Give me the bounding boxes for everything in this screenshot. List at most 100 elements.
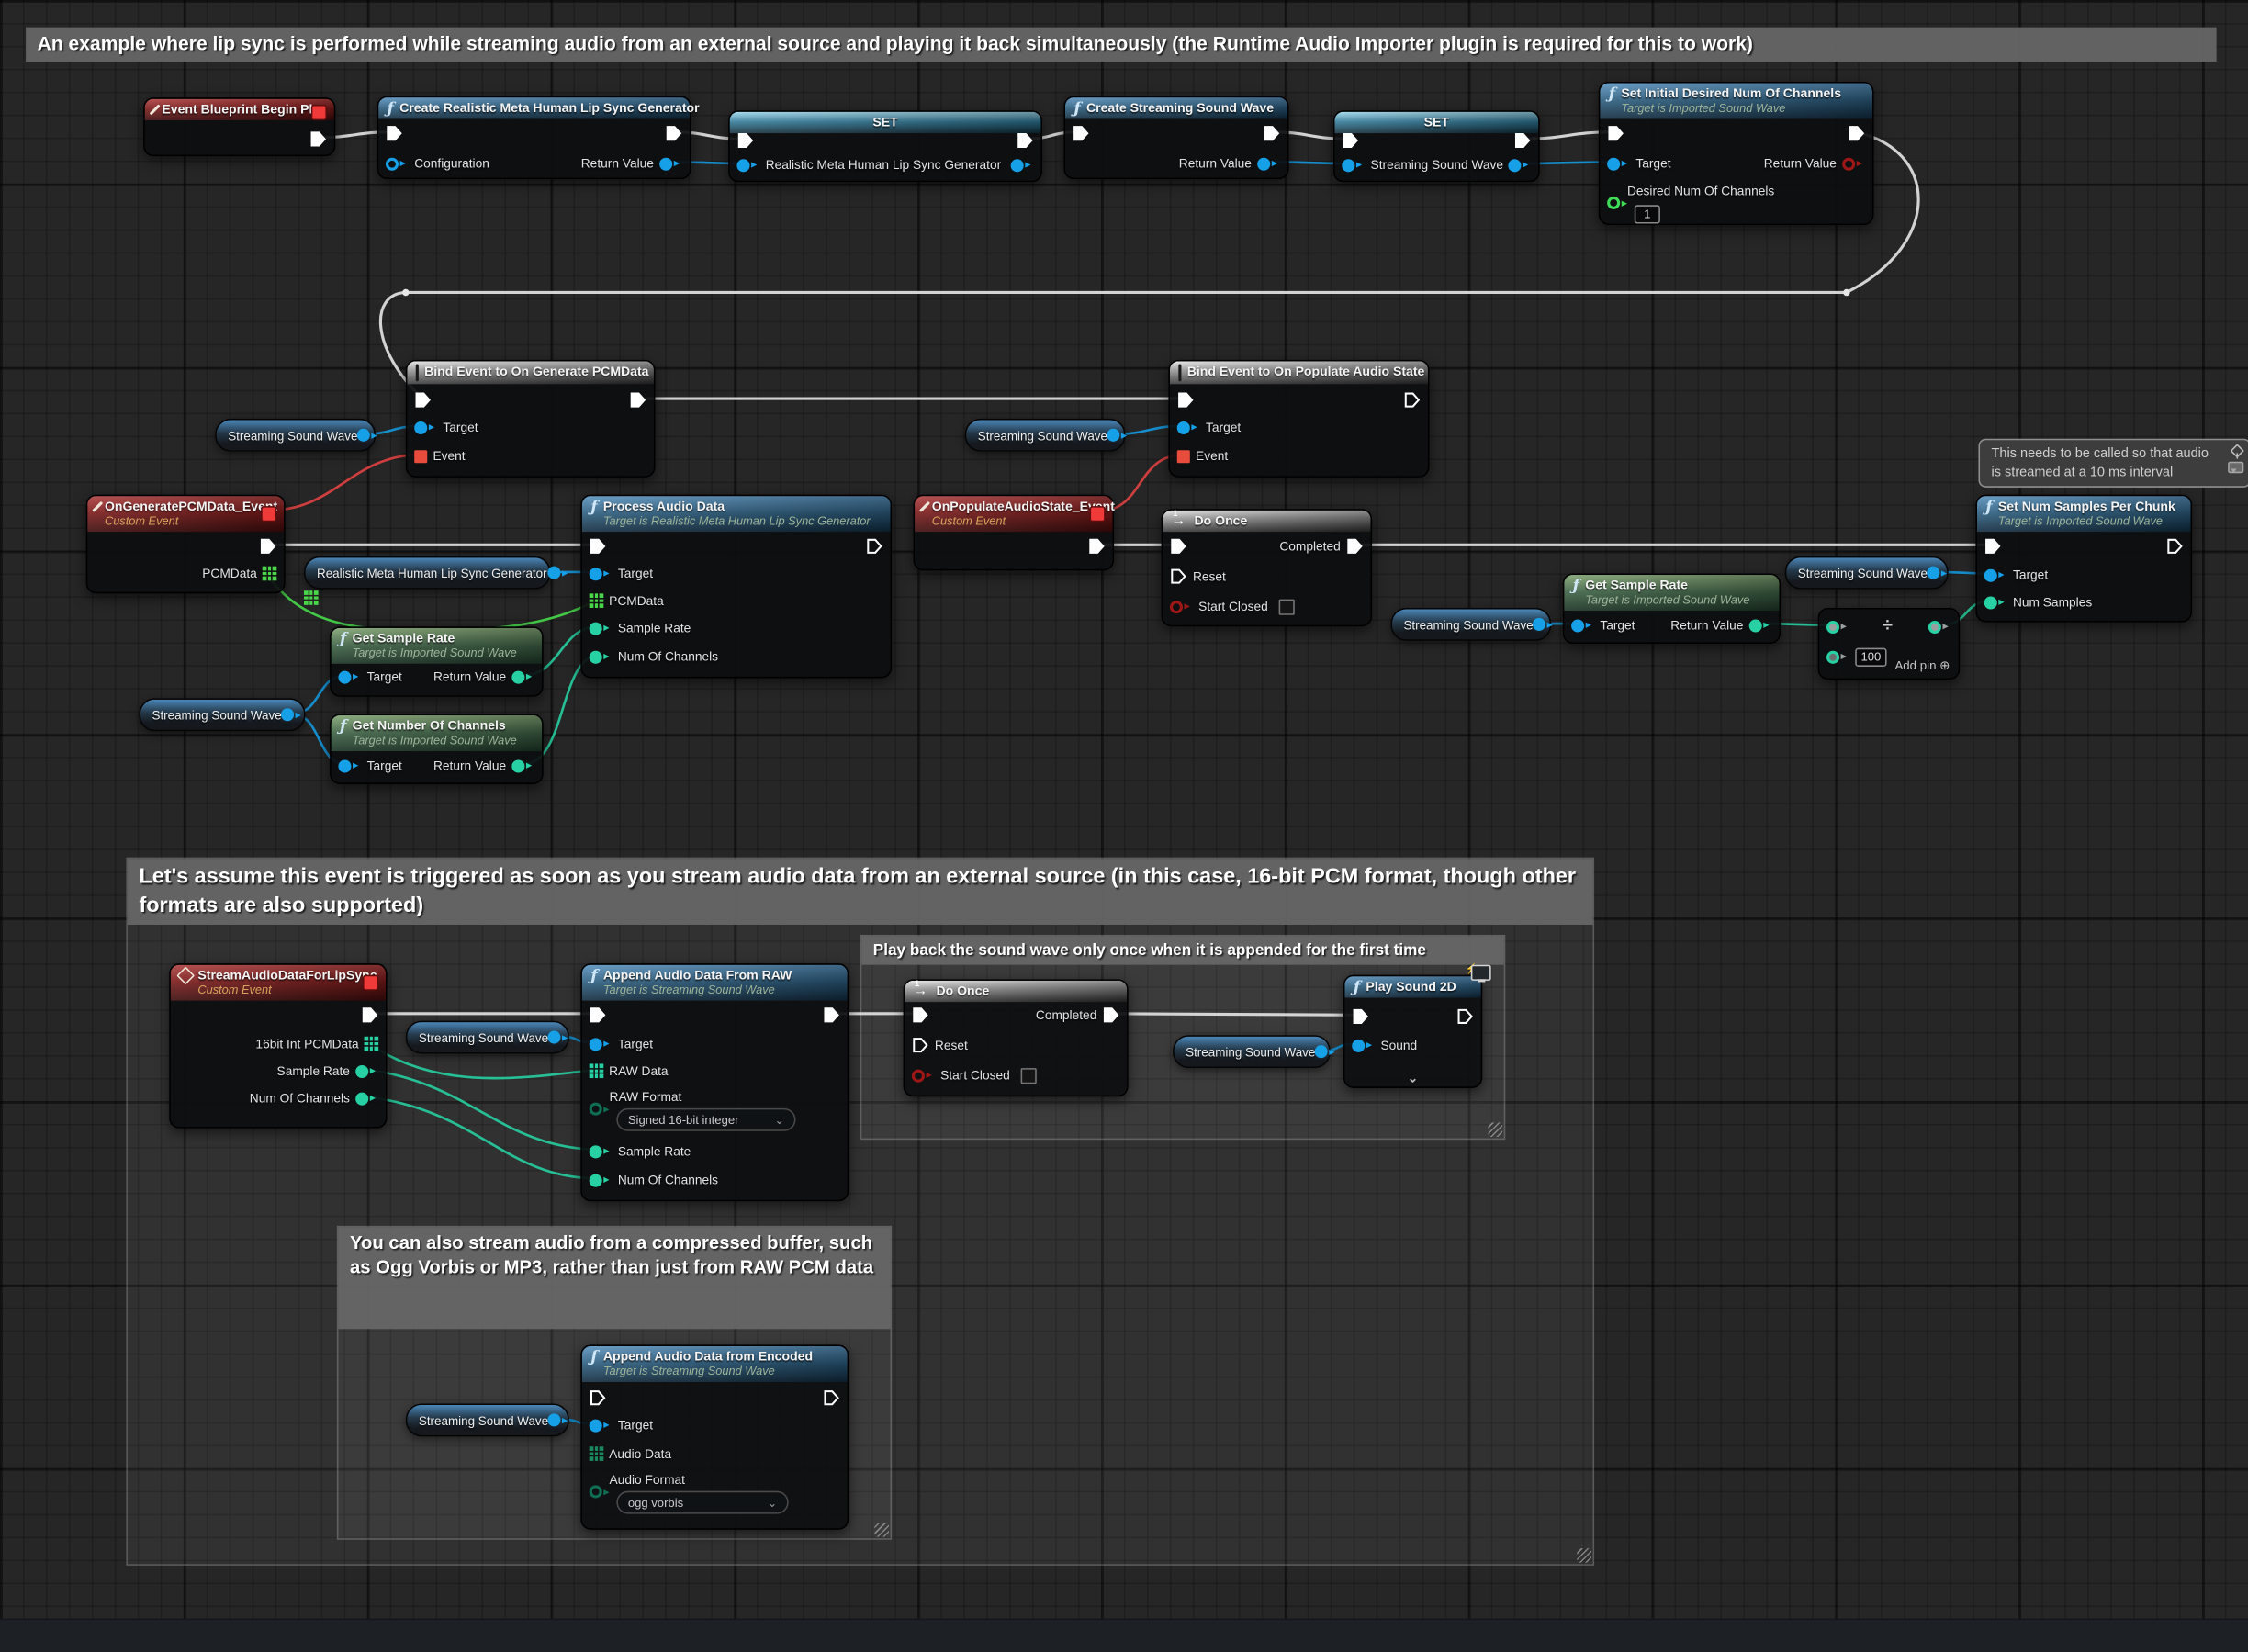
pin-exec[interactable] [1342, 130, 1359, 151]
pin-return-value-object-icon[interactable] [659, 157, 682, 170]
pin-streaming-sound-wave-object-icon[interactable] [1534, 618, 1557, 631]
pin-exec-exec-icon[interactable] [1352, 1008, 1369, 1026]
pin-exec[interactable] [260, 536, 277, 556]
node-bind1[interactable]: Bind Event to On Generate PCMDataTargetE… [406, 360, 656, 478]
node-stream_evt[interactable]: StreamAudioDataForLipSyncCustom Event16b… [169, 963, 387, 1129]
node-header[interactable]: ƒGet Number Of ChannelsTarget is Importe… [332, 715, 542, 750]
pin-exec-object-icon[interactable] [1508, 159, 1531, 172]
node-header[interactable]: Event Blueprint Begin Play [145, 99, 334, 120]
pin-exec-exec-icon[interactable] [386, 125, 403, 142]
pin-icon[interactable] [2231, 446, 2242, 457]
pin-event[interactable]: Event [1177, 446, 1228, 466]
pin-completed-exec-icon[interactable] [1346, 537, 1364, 555]
pin-exec[interactable] [1017, 130, 1034, 151]
node-get_nc_left[interactable]: ƒGet Number Of ChannelsTarget is Importe… [330, 714, 544, 783]
pin-num-samples[interactable]: Num Samples [1984, 592, 2092, 612]
add-pin-button[interactable]: Add pin ⊕ [1894, 658, 1950, 674]
node-on_populate[interactable]: OnPopulateAudioState_EventCustom Event [913, 495, 1114, 571]
node-header[interactable]: SET [730, 112, 1041, 133]
pin-reset[interactable]: Reset [1170, 567, 1226, 587]
pin-raw-data-arrt-icon[interactable] [590, 1064, 603, 1078]
pin-exec[interactable] [1352, 1006, 1369, 1027]
pin-exec[interactable] [1177, 390, 1195, 410]
node-set2[interactable]: SETStreaming Sound Wave [1333, 110, 1540, 182]
pin-target[interactable]: Target [338, 756, 401, 776]
pin-exec[interactable] [1403, 390, 1421, 410]
node-do_once2[interactable]: 1→Do OnceCompletedResetStart Closed [904, 979, 1129, 1096]
node-play2d[interactable]: ƒPlay Sound 2DSound⌄⚡ [1343, 975, 1482, 1088]
pin-start-closed[interactable]: Start Closed [912, 1065, 1037, 1085]
pin-target[interactable]: Target [414, 417, 478, 437]
pin-target[interactable]: Target [1177, 417, 1241, 437]
pin-sample-rate-int-icon[interactable] [355, 1064, 378, 1077]
pin-return-value-int-icon[interactable] [1749, 619, 1772, 632]
pin-exec[interactable] [912, 1005, 929, 1025]
comment-bubble-icon[interactable] [2228, 462, 2243, 473]
pin-reset-exec-icon[interactable] [912, 1037, 929, 1054]
pin-exec-exec-icon[interactable] [1170, 537, 1187, 555]
variable-getter-streaming-sound-wave[interactable]: Streaming Sound Wave [1390, 608, 1551, 641]
pin-target-object-icon[interactable] [414, 421, 437, 433]
pin-exec[interactable] [1170, 536, 1187, 556]
pin-raw-format[interactable] [590, 1103, 613, 1116]
pin-return-value[interactable]: Return Value [1764, 153, 1865, 174]
stop-event-icon[interactable] [363, 975, 378, 991]
pin-16bit-int-pcmdata-arrt-icon[interactable] [365, 1037, 378, 1051]
pin-target-object-icon[interactable] [590, 1038, 613, 1051]
pin-exec[interactable] [361, 1005, 378, 1025]
pin-sound[interactable]: Sound [1352, 1035, 1417, 1055]
pin-streaming-sound-wave-object-icon[interactable] [548, 1031, 571, 1044]
pin-exec[interactable] [414, 390, 432, 410]
pin-exec[interactable] [590, 1388, 607, 1408]
pin-audio-format[interactable] [590, 1485, 613, 1498]
pin-num-of-channels-int-icon[interactable] [590, 650, 613, 663]
pin-streaming-sound-wave-object-icon[interactable] [1107, 429, 1130, 442]
variable-getter-realistic-meta-human-lip-sync-generator[interactable]: Realistic Meta Human Lip Sync Generator [304, 556, 551, 590]
pin-completed[interactable]: Completed [1036, 1005, 1119, 1025]
value-input[interactable]: 100 [1855, 647, 1886, 666]
pin-return-value[interactable]: Return Value [1179, 153, 1280, 174]
pin-return-value[interactable]: Return Value [433, 667, 534, 687]
node-set_initial[interactable]: ƒSet Initial Desired Num Of ChannelsTarg… [1599, 82, 1874, 225]
node-append_raw[interactable]: ƒAppend Audio Data From RAWTarget is Str… [580, 963, 849, 1201]
pin-start-closed[interactable]: Start Closed [1170, 596, 1295, 616]
pin-streaming-sound-wave-object-icon[interactable] [1315, 1045, 1338, 1058]
node-header[interactable]: OnGeneratePCMData_EventCustom Event [87, 496, 284, 531]
node-header[interactable]: ƒAppend Audio Data From RAWTarget is Str… [582, 965, 848, 1000]
expand-chevron-icon[interactable]: ⌄ [1344, 1073, 1480, 1085]
pin-sample-rate-int-icon[interactable] [590, 622, 613, 635]
variable-getter-streaming-sound-wave[interactable]: Streaming Sound Wave [406, 1403, 569, 1436]
node-divide[interactable]: ÷Add pin ⊕100 [1818, 608, 1961, 680]
pin-target-object-icon[interactable] [1607, 157, 1630, 170]
pin-num-of-channels-int-icon[interactable] [590, 1174, 613, 1186]
node-header[interactable]: 1→Do Once [905, 981, 1127, 1002]
checkbox[interactable] [1279, 599, 1295, 614]
pin-return-value[interactable]: Return Value [433, 756, 534, 776]
node-append_enc[interactable]: ƒAppend Audio Data from EncodedTarget is… [580, 1344, 849, 1529]
pin-exec-exec-icon[interactable] [1607, 125, 1624, 142]
pin-exec[interactable] [1826, 616, 1849, 636]
pin-pcmdata[interactable]: PCMData [202, 564, 276, 584]
stop-event-icon[interactable] [311, 105, 327, 120]
pin-desired-num-of-channels[interactable] [1607, 197, 1630, 209]
pin-exec[interactable] [309, 129, 327, 150]
pin-return-value-int-icon[interactable] [511, 670, 534, 683]
pin-exec-exec-icon[interactable] [665, 125, 682, 142]
pin-exec[interactable] [1607, 123, 1624, 143]
pin-exec-exec-icon[interactable] [1088, 537, 1106, 555]
pin-exec[interactable] [590, 1005, 607, 1025]
pin-exec-exec-icon[interactable] [590, 1389, 607, 1407]
pin-exec[interactable] [665, 123, 682, 143]
pin-num-of-channels-int-icon[interactable] [355, 1092, 378, 1105]
pin-exec-exec-icon[interactable] [823, 1006, 840, 1024]
pin-exec-exec-icon[interactable] [1456, 1008, 1474, 1026]
node-process[interactable]: ƒProcess Audio DataTarget is Realistic M… [580, 495, 892, 679]
node-header[interactable]: ƒCreate Realistic Meta Human Lip Sync Ge… [378, 97, 690, 118]
pin-exec-exec-icon[interactable] [590, 537, 607, 555]
pin-exec[interactable] [866, 536, 883, 556]
node-header[interactable]: 1→Do Once [1163, 511, 1370, 532]
node-header[interactable]: ƒProcess Audio DataTarget is Realistic M… [582, 496, 891, 531]
pin-exec-exec-icon[interactable] [1403, 391, 1421, 409]
node-header[interactable]: ƒPlay Sound 2D [1344, 976, 1480, 997]
pin-exec-exec-icon[interactable] [736, 132, 754, 150]
